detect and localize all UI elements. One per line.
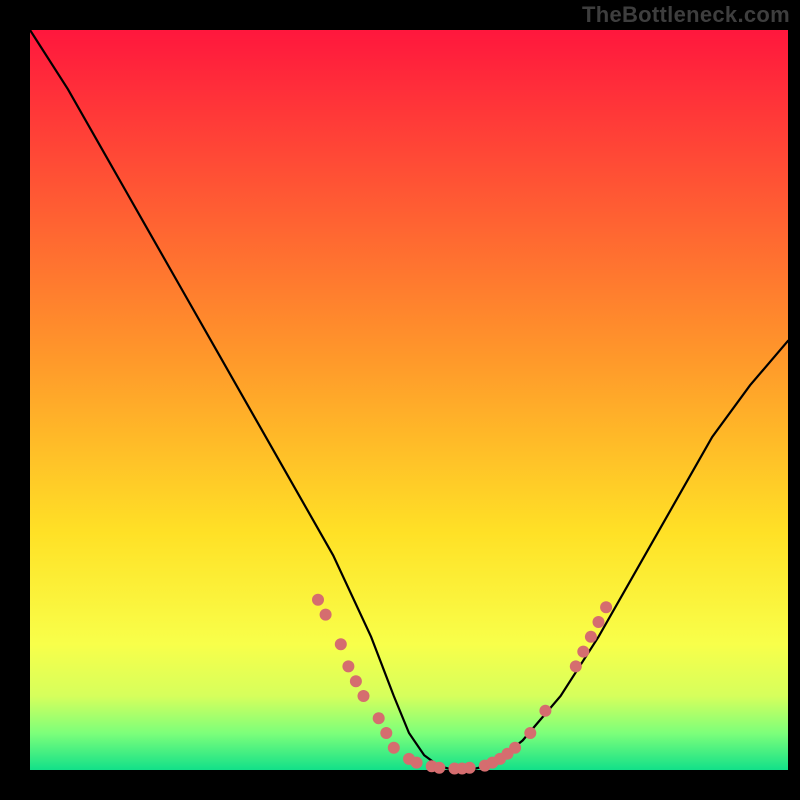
scatter-point — [509, 742, 521, 754]
scatter-point — [312, 594, 324, 606]
scatter-point — [585, 631, 597, 643]
scatter-point — [464, 762, 476, 774]
scatter-point — [593, 616, 605, 628]
scatter-point — [577, 646, 589, 658]
gradient-panel — [30, 30, 788, 770]
scatter-point — [358, 690, 370, 702]
scatter-point — [539, 705, 551, 717]
scatter-point — [335, 638, 347, 650]
scatter-point — [570, 660, 582, 672]
scatter-point — [373, 712, 385, 724]
scatter-point — [380, 727, 392, 739]
scatter-point — [600, 601, 612, 613]
scatter-point — [320, 609, 332, 621]
chart-container: TheBottleneck.com — [0, 0, 800, 800]
scatter-point — [388, 742, 400, 754]
watermark-text: TheBottleneck.com — [582, 2, 790, 28]
scatter-point — [411, 757, 423, 769]
scatter-point — [433, 762, 445, 774]
scatter-point — [350, 675, 362, 687]
scatter-point — [524, 727, 536, 739]
bottleneck-chart — [0, 0, 800, 800]
scatter-point — [342, 660, 354, 672]
